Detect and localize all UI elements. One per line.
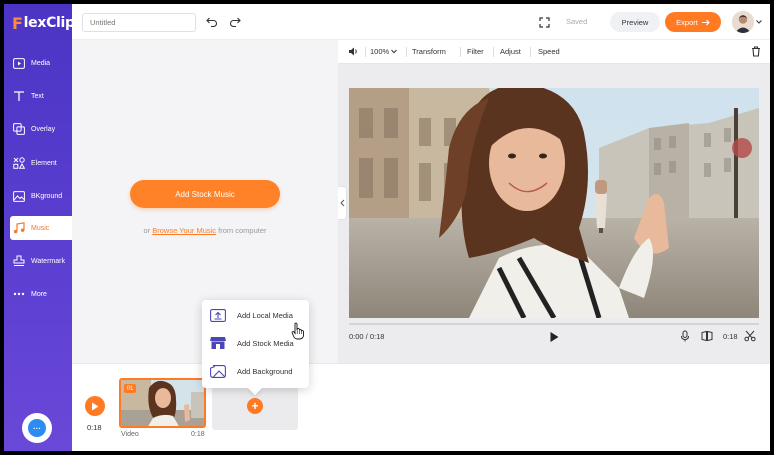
media-icon xyxy=(12,56,26,70)
text-icon xyxy=(12,89,26,103)
transform-button[interactable]: Transform xyxy=(412,47,446,56)
top-bar: Saved Preview Export xyxy=(72,4,770,40)
export-button[interactable]: Export xyxy=(665,12,721,32)
add-background-item[interactable]: Add Background xyxy=(202,358,309,384)
total-duration: 0:18 xyxy=(723,332,738,341)
microphone-icon[interactable] xyxy=(679,330,691,342)
store-icon xyxy=(210,336,226,350)
more-icon xyxy=(12,287,26,301)
play-icon xyxy=(92,402,99,410)
chat-icon: ··· xyxy=(28,419,46,437)
sidebar-item-more[interactable]: More xyxy=(4,282,72,306)
undo-icon[interactable] xyxy=(205,15,219,29)
browse-music-line: or Browse Your Music from computer xyxy=(143,226,267,235)
adjust-button[interactable]: Adjust xyxy=(500,47,521,56)
progress-bar[interactable] xyxy=(349,323,759,325)
project-title-input[interactable] xyxy=(82,13,196,32)
sidebar-item-overlay[interactable]: Overlay xyxy=(4,117,72,141)
saved-status: Saved xyxy=(566,17,588,26)
timeline-total-time: 0:18 xyxy=(87,423,102,432)
add-stock-music-button[interactable]: Add Stock Music xyxy=(130,180,280,208)
sidebar-item-media[interactable]: Media xyxy=(4,51,72,75)
speed-button[interactable]: Speed xyxy=(538,47,560,56)
chevron-down-icon xyxy=(391,49,398,54)
clip-duration: 0:18 xyxy=(191,431,205,438)
sidebar-item-element[interactable]: Element xyxy=(4,151,72,175)
background-icon xyxy=(210,364,226,378)
trash-icon[interactable] xyxy=(751,46,761,57)
play-icon[interactable] xyxy=(548,331,560,343)
browse-your-music-link[interactable]: Browse Your Music xyxy=(152,226,216,235)
timeline: 0:18 01 Video 0:18 + xyxy=(72,363,770,451)
split-view-icon[interactable] xyxy=(701,330,713,342)
music-icon xyxy=(12,221,26,235)
clip-label: Video xyxy=(121,431,139,438)
background-icon xyxy=(12,189,26,203)
collapse-panel-button[interactable] xyxy=(338,186,347,220)
upload-icon xyxy=(210,308,226,322)
fullscreen-icon[interactable] xyxy=(537,15,551,29)
sidebar-item-background[interactable]: BKground xyxy=(4,184,72,208)
video-clip[interactable]: 01 xyxy=(119,378,206,428)
sidebar-item-text[interactable]: Text xyxy=(4,84,72,108)
preview-toolbar: 100% Transform Filter Adjust Speed xyxy=(338,40,770,64)
scissors-icon[interactable] xyxy=(744,330,756,342)
hand-cursor-icon xyxy=(291,322,304,340)
sidebar: FlexClip Media Text Overlay Element BKgr… xyxy=(4,4,75,451)
filter-button[interactable]: Filter xyxy=(467,47,484,56)
preview-button[interactable]: Preview xyxy=(610,12,660,32)
arrow-right-icon xyxy=(701,19,710,25)
timeline-play-button[interactable] xyxy=(85,396,105,416)
overlay-icon xyxy=(12,122,26,136)
avatar[interactable] xyxy=(732,11,754,33)
redo-icon[interactable] xyxy=(228,15,242,29)
watermark-icon xyxy=(12,254,26,268)
chevron-down-icon[interactable] xyxy=(756,19,762,25)
chevron-left-icon xyxy=(339,199,344,207)
playback-time: 0:00 / 0:18 xyxy=(349,332,385,341)
sidebar-item-music[interactable]: Music xyxy=(10,216,72,240)
zoom-select[interactable]: 100% xyxy=(370,47,398,56)
video-frame xyxy=(349,88,759,318)
element-icon xyxy=(12,156,26,170)
plus-icon: + xyxy=(247,398,263,414)
preview-area: 100% Transform Filter Adjust Speed 0:00 … xyxy=(338,40,770,363)
volume-icon[interactable] xyxy=(348,46,359,57)
sidebar-item-watermark[interactable]: Watermark xyxy=(4,249,72,273)
app-window: FlexClip Media Text Overlay Element BKgr… xyxy=(4,4,770,451)
add-media-menu: Add Local Media Add Stock Media Add Back… xyxy=(202,300,309,388)
video-preview[interactable] xyxy=(349,88,759,318)
chat-button[interactable]: ··· xyxy=(22,413,52,443)
clip-number-badge: 01 xyxy=(124,384,136,393)
flexclip-logo[interactable]: FlexClip xyxy=(12,13,75,33)
